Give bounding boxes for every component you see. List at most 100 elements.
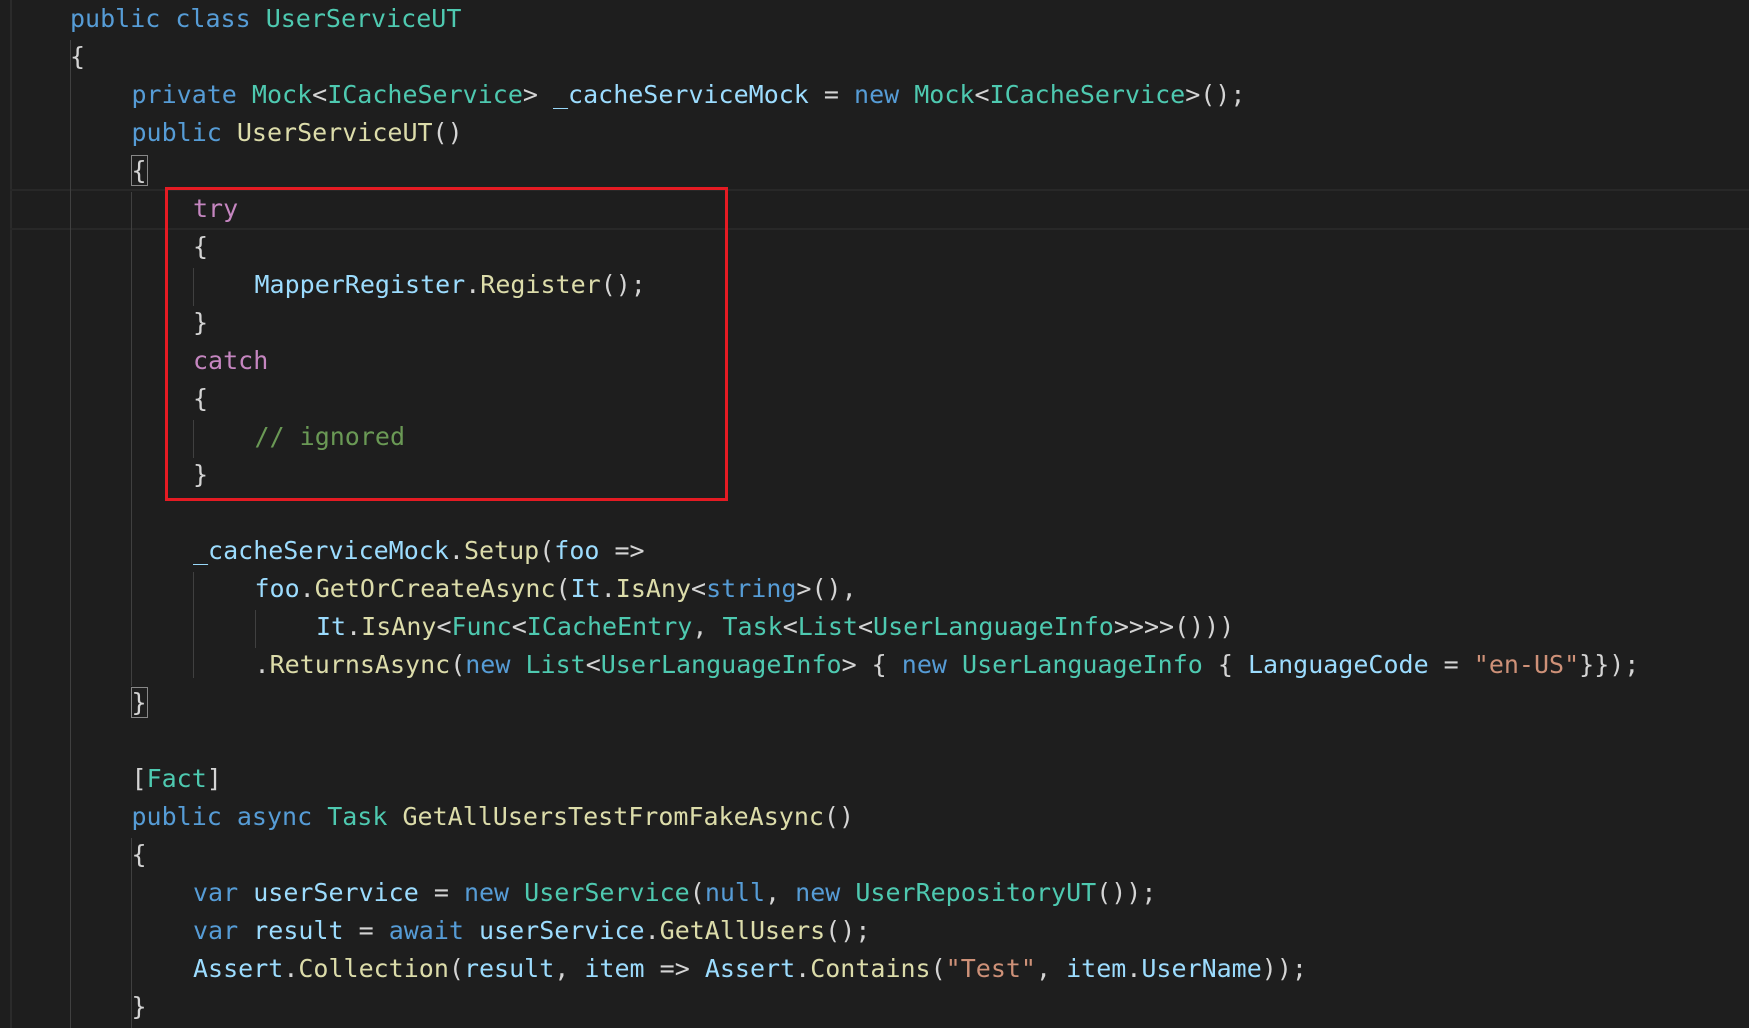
code-token: . xyxy=(795,954,811,983)
code-token: public xyxy=(131,802,222,831)
code-line[interactable]: } xyxy=(132,988,147,1026)
code-token: { xyxy=(70,42,86,71)
code-line[interactable]: .ReturnsAsync(new List<UserLanguageInfo>… xyxy=(255,646,1640,684)
code-token: null xyxy=(704,878,766,907)
code-token: < xyxy=(585,650,601,679)
code-token: UserRepositoryUT xyxy=(855,878,1097,907)
code-token: Func xyxy=(451,612,512,641)
code-token: foo xyxy=(254,574,300,603)
code-token: UserLanguageInfo xyxy=(600,650,842,679)
code-line[interactable]: _cacheServiceMock.Setup(foo => xyxy=(193,532,645,570)
code-token: ReturnsAsync xyxy=(269,650,451,679)
code-token: private xyxy=(131,80,237,109)
code-token: () xyxy=(432,118,463,147)
code-token: "Test" xyxy=(945,954,1036,983)
code-token: Mock xyxy=(914,80,975,109)
code-line[interactable]: { xyxy=(132,836,147,874)
code-token: List xyxy=(525,650,586,679)
code-token: new xyxy=(854,80,900,109)
code-token: < xyxy=(312,80,328,109)
code-token: , xyxy=(692,612,723,641)
code-token: ICacheService xyxy=(327,80,523,109)
code-token: )); xyxy=(1261,954,1307,983)
code-line[interactable]: foo.GetOrCreateAsync(It.IsAny<string>(), xyxy=(255,570,857,608)
code-line[interactable]: var result = await userService.GetAllUse… xyxy=(193,912,870,950)
code-token: ICacheEntry xyxy=(526,612,693,641)
code-token: . xyxy=(254,650,270,679)
code-line[interactable]: public UserServiceUT() xyxy=(132,114,463,152)
code-line[interactable]: It.IsAny<Func<ICacheEntry, Task<List<Use… xyxy=(316,608,1234,646)
code-token: < xyxy=(436,612,452,641)
code-token: . xyxy=(1126,954,1142,983)
code-line[interactable]: public async Task GetAllUsersTestFromFak… xyxy=(132,798,855,836)
code-token: < xyxy=(511,612,527,641)
code-token: GetAllUsersTestFromFakeAsync xyxy=(402,802,824,831)
code-token: > xyxy=(522,80,553,109)
code-line[interactable]: private Mock<ICacheService> _cacheServic… xyxy=(132,76,1246,114)
code-token: > { xyxy=(841,650,902,679)
code-token: It xyxy=(316,612,347,641)
code-token: UserServiceUT xyxy=(265,4,462,33)
code-token: (); xyxy=(825,916,871,945)
code-token: = xyxy=(1428,650,1474,679)
code-token: < xyxy=(974,80,990,109)
code-token: ( xyxy=(450,650,466,679)
code-token: Collection xyxy=(298,954,449,983)
code-token: . xyxy=(299,574,315,603)
code-token: GetAllUsers xyxy=(659,916,826,945)
indent-guide xyxy=(193,572,194,678)
code-token: } xyxy=(130,687,148,718)
code-token: List xyxy=(797,612,858,641)
code-token: new xyxy=(465,650,511,679)
code-token: result xyxy=(253,916,344,945)
code-token: >(), xyxy=(796,574,857,603)
code-token: Assert xyxy=(193,954,284,983)
code-token: . xyxy=(283,954,299,983)
code-token: { xyxy=(130,155,148,186)
code-line[interactable]: { xyxy=(130,152,148,190)
code-token: _cacheServiceMock xyxy=(193,536,449,565)
code-token: foo xyxy=(554,536,600,565)
code-token: class xyxy=(175,4,251,33)
code-editor[interactable]: public class UserServiceUT{private Mock<… xyxy=(0,0,1749,1028)
code-token: userService xyxy=(253,878,419,907)
code-token: = xyxy=(343,916,389,945)
code-line[interactable]: public class UserServiceUT xyxy=(70,0,461,38)
code-token: "en-US" xyxy=(1473,650,1580,679)
code-token: Contains xyxy=(810,954,931,983)
editor-gutter-edge xyxy=(10,0,12,1028)
code-token: _cacheServiceMock xyxy=(552,80,809,109)
code-token: userService xyxy=(479,916,645,945)
code-line[interactable]: } xyxy=(130,684,148,722)
highlight-box xyxy=(165,187,728,501)
code-line[interactable]: var userService = new UserService(null, … xyxy=(193,874,1156,912)
indent-guide xyxy=(131,192,132,686)
code-line[interactable]: { xyxy=(70,38,85,76)
code-token: . xyxy=(346,612,362,641)
code-token: }}); xyxy=(1579,650,1640,679)
code-token: ICacheService xyxy=(989,80,1186,109)
code-token: < xyxy=(691,574,707,603)
code-token: string xyxy=(706,574,797,603)
code-token: ()); xyxy=(1096,878,1157,907)
code-token: Fact xyxy=(146,764,207,793)
code-line[interactable]: [Fact] xyxy=(132,760,222,798)
code-token: ( xyxy=(689,878,705,907)
code-token: Task xyxy=(722,612,783,641)
code-line[interactable]: Assert.Collection(result, item => Assert… xyxy=(193,950,1307,988)
code-token: () xyxy=(823,802,855,831)
code-token: >>>>())) xyxy=(1113,612,1235,641)
code-token: UserLanguageInfo xyxy=(962,650,1203,679)
code-token: { xyxy=(131,840,147,869)
